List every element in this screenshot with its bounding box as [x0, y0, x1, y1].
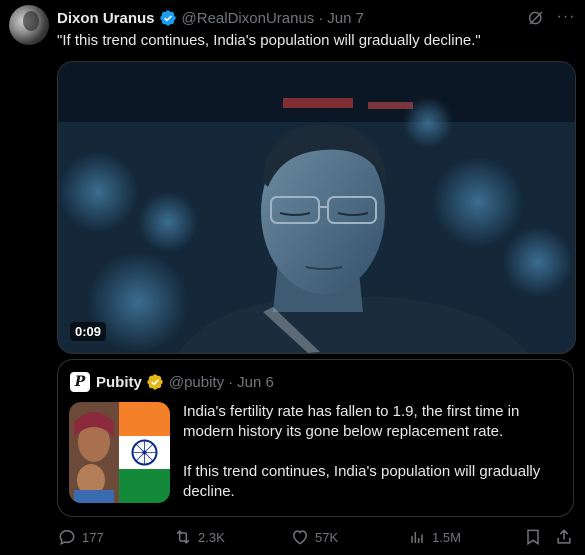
video-duration: 0:09 — [70, 322, 107, 341]
quoted-tweet-header: P Pubity @pubity · Jun 6 — [70, 372, 274, 392]
verified-badge-icon[interactable] — [159, 9, 177, 27]
heart-icon — [292, 530, 308, 545]
reply-count: 177 — [82, 529, 104, 545]
reply-icon — [59, 529, 75, 545]
video-player[interactable]: 0:09 — [57, 61, 576, 354]
more-options-icon[interactable]: ··· — [556, 8, 576, 26]
quoted-author-handle[interactable]: @pubity — [169, 374, 224, 391]
tweet-header: Dixon Uranus @RealDixonUranus · Jun 7 — [57, 8, 364, 28]
quoted-paragraph: India's fertility rate has fallen to 1.9… — [183, 403, 520, 440]
quoted-tweet-thumbnail[interactable] — [69, 402, 170, 503]
tweet-date[interactable]: Jun 7 — [327, 10, 364, 27]
share-button[interactable] — [554, 526, 579, 548]
tweet-text: "If this trend continues, India's popula… — [57, 32, 481, 49]
bookmark-button[interactable] — [523, 526, 548, 548]
like-button[interactable]: 57K — [290, 526, 338, 548]
separator-dot: · — [228, 373, 234, 391]
like-count: 57K — [315, 529, 339, 545]
verified-gold-badge-icon[interactable] — [146, 373, 164, 391]
quoted-paragraph: If this trend continues, India's populat… — [183, 463, 541, 500]
share-icon — [557, 529, 571, 544]
repost-icon — [176, 530, 190, 544]
bookmark-icon — [527, 529, 539, 546]
quoted-tweet-text: India's fertility rate has fallen to 1.9… — [183, 402, 568, 502]
quoted-tweet-date[interactable]: Jun 6 — [237, 374, 274, 391]
video-frame — [58, 62, 575, 353]
views-button[interactable]: 1.5M — [407, 526, 461, 548]
author-name[interactable]: Dixon Uranus — [57, 10, 155, 27]
grok-icon[interactable] — [527, 9, 545, 27]
author-avatar[interactable] — [9, 5, 49, 45]
repost-count: 2.3K — [198, 529, 225, 545]
view-count: 1.5M — [432, 529, 461, 545]
reply-button[interactable]: 177 — [57, 526, 104, 548]
tweet-actions: 177 2.3K 57K 1.5M — [57, 526, 577, 548]
views-chart-icon — [411, 532, 423, 543]
quoted-tweet[interactable]: P Pubity @pubity · Jun 6 India's fertili… — [57, 359, 574, 517]
repost-button[interactable]: 2.3K — [173, 526, 225, 548]
separator-dot: · — [318, 9, 324, 27]
india-flag-collage-image — [69, 402, 170, 503]
quoted-author-name[interactable]: Pubity — [96, 374, 142, 391]
quoted-author-avatar[interactable]: P — [70, 372, 90, 392]
author-handle[interactable]: @RealDixonUranus — [182, 10, 315, 27]
